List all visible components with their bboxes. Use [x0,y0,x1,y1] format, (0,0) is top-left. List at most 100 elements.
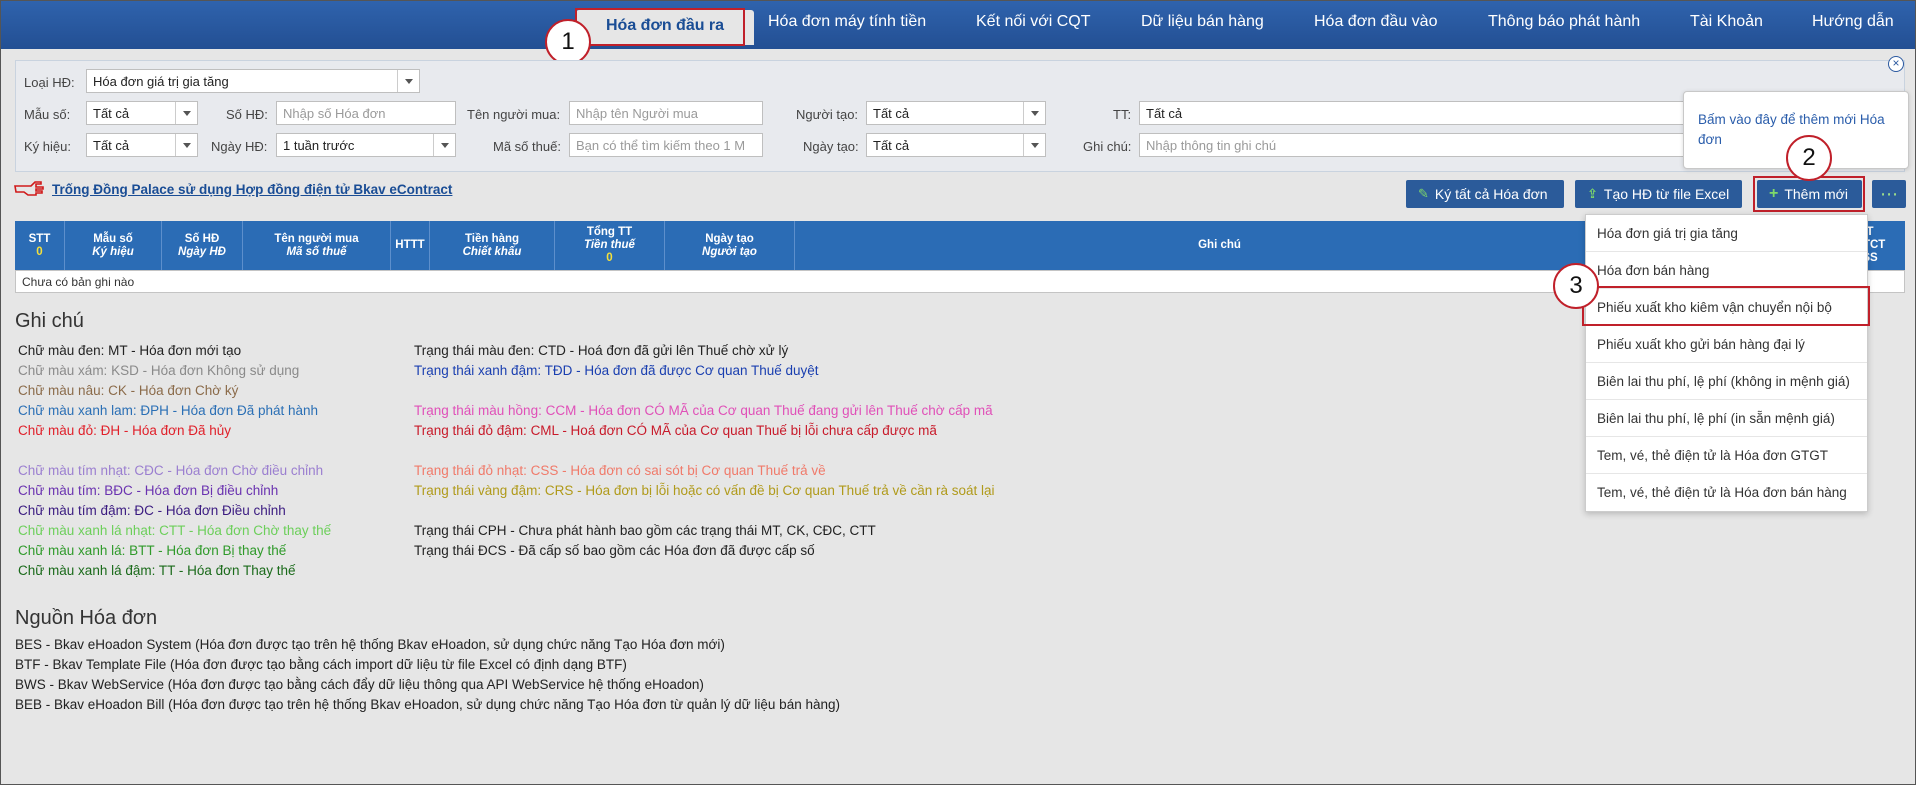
col-tien-hang[interactable]: Tiền hàng Chiết khấu [430,221,555,270]
menu-item-bien-lai-in-san[interactable]: Biên lai thu phí, lệ phí (in sẵn mệnh gi… [1586,400,1867,437]
col-so-hd-title: Số HĐ [184,232,220,245]
note-left-8: Chữ màu xanh lá nhạt: CTT - Hóa đơn Chờ … [18,523,332,538]
ma-so-thue-input[interactable]: Bạn có thể tìm kiếm theo 1 M [569,133,763,157]
create-from-excel-button[interactable]: ⇪ Tạo HĐ từ file Excel [1575,180,1742,208]
step-1-marker: 1 [545,19,591,65]
col-stt-count: 0 [36,245,43,258]
col-ten-nguoi-mua[interactable]: Tên người mua Mã số thuế [243,221,391,270]
ky-hieu-label: Ký hiệu: [24,139,71,154]
col-tien-thue-title: Tiền thuế [584,239,635,251]
tab-thong-bao-phat-hanh[interactable]: Thông báo phát hành [1488,13,1640,31]
step-3-marker: 3 [1553,263,1599,309]
create-from-excel-label: Tạo HĐ từ file Excel [1603,186,1730,202]
source-item-3: BEB - Bkav eHoadon Bill (Hóa đơn được tạ… [15,697,840,712]
menu-item-tem-ve-ban-hang[interactable]: Tem, vé, thẻ điện tử là Hóa đơn bán hàng [1586,474,1867,511]
ghi-chu-label: Ghi chú: [1083,139,1132,154]
ten-nguoi-mua-label: Tên người mua: [467,107,561,122]
note-left-7: Chữ màu tím đậm: ĐC - Hóa đơn Điều chỉnh [18,503,286,518]
note-left-6: Chữ màu tím: BĐC - Hóa đơn Bị điều chỉnh [18,483,279,498]
tab-du-lieu-ban-hang[interactable]: Dữ liệu bán hàng [1141,13,1264,31]
col-mau-so[interactable]: Mẫu số Ký hiệu [65,221,162,270]
ngay-tao-value: Tất cả [873,138,910,153]
ngay-tao-select[interactable]: Tất cả [866,133,1046,157]
step-2-marker: 2 [1786,135,1832,181]
ngay-tao-label: Ngày tạo: [803,139,859,154]
note-left-2: Chữ màu nâu: CK - Hóa đơn Chờ ký [18,383,239,398]
note-right-0: Trạng thái màu đen: CTD - Hoá đơn đã gửi… [414,343,789,358]
col-stt-title: STT [28,232,51,245]
chevron-down-icon [433,134,455,156]
loai-hd-value: Hóa đơn giá trị gia tăng [93,74,229,89]
tab-huong-dan[interactable]: Hướng dẫn [1812,13,1894,31]
menu-item-hoa-don-gtgt[interactable]: Hóa đơn giá trị gia tăng [1586,215,1867,252]
note-right-6: Trạng thái CPH - Chưa phát hành bao gồm … [414,523,876,538]
menu-item-bien-lai-khong-in[interactable]: Biên lai thu phí, lệ phí (không in mệnh … [1586,363,1867,400]
loai-hd-label: Loại HĐ: [24,75,75,90]
col-so-hd[interactable]: Số HĐ Ngày HĐ [162,221,243,270]
col-stt[interactable]: STT 0 [15,221,65,270]
ngay-hd-value: 1 tuần trước [283,138,355,153]
col-ghi-chu[interactable]: Ghi chú [795,221,1645,270]
note-right-5: Trạng thái vàng đậm: CRS - Hóa đơn bị lỗ… [414,483,995,498]
ky-hieu-value: Tất cả [93,138,130,153]
ky-hieu-select[interactable]: Tất cả [86,133,198,157]
menu-item-hoa-don-ban-hang[interactable]: Hóa đơn bán hàng [1586,252,1867,289]
note-right-7: Trạng thái ĐCS - Đã cấp số bao gồm các H… [414,543,815,558]
mau-so-value: Tất cả [93,106,130,121]
tt-select[interactable]: Tất cả [1139,101,1684,125]
col-httt-title: HTTT [395,239,425,251]
col-ngay-tao[interactable]: Ngày tạo Người tạo [665,221,795,270]
menu-item-phieu-xuat-kho-dai-ly[interactable]: Phiếu xuất kho gửi bán hàng đại lý [1586,326,1867,363]
source-item-0: BES - Bkav eHoadon System (Hóa đơn được … [15,637,725,652]
chevron-down-icon [397,70,419,92]
ma-so-thue-label: Mã số thuế: [493,139,561,154]
note-right-4: Trạng thái đỏ nhạt: CSS - Hóa đơn có sai… [414,463,826,478]
col-mau-so-title: Mẫu số [93,232,133,245]
note-left-4: Chữ màu đỏ: ĐH - Hóa đơn Đã hủy [18,423,231,438]
highlight-box-add [1753,176,1865,212]
tab-tai-khoan[interactable]: Tài Khoản [1690,13,1763,31]
col-ghi-chu-title: Ghi chú [1198,239,1241,251]
chevron-down-icon [175,102,197,124]
col-nguoi-tao-title: Người tạo [702,245,757,258]
upload-icon: ⇪ [1587,186,1598,201]
note-left-9: Chữ màu xanh lá: BTT - Hóa đơn Bị thay t… [18,543,287,558]
loai-hd-select[interactable]: Hóa đơn giá trị gia tăng [86,69,420,93]
highlight-box-tab [575,8,745,46]
top-nav: Hóa đơn đầu ra Hóa đơn máy tính tiền Kết… [1,1,1915,49]
col-chiet-khau-title: Chiết khấu [462,245,522,258]
col-ky-hieu-title: Ký hiệu [92,245,134,258]
note-left-5: Chữ màu tím nhạt: CĐC - Hóa đơn Chờ điều… [18,463,324,478]
so-hd-input[interactable]: Nhập số Hóa đơn [276,101,456,125]
note-left-1: Chữ màu xám: KSD - Hóa đơn Không sử dụng [18,363,300,378]
nguoi-tao-label: Người tạo: [796,107,859,122]
note-right-2: Trạng thái màu hồng: CCM - Hóa đơn CÓ MÃ… [414,403,993,418]
col-ten-nguoi-mua-title: Tên người mua [274,232,359,245]
ghi-chu-input[interactable]: Nhập thông tin ghi chú [1139,133,1684,157]
col-tong-tt[interactable]: Tổng TT Tiền thuế 0 [555,221,665,270]
chevron-down-icon [1023,102,1045,124]
sign-all-button[interactable]: ✎ Ký tất cả Hóa đơn [1406,180,1564,208]
mau-so-select[interactable]: Tất cả [86,101,198,125]
ten-nguoi-mua-input[interactable]: Nhập tên Người mua [569,101,763,125]
nguoi-tao-select[interactable]: Tất cả [866,101,1046,125]
source-item-2: BWS - Bkav WebService (Hóa đơn được tạo … [15,677,704,692]
highlight-box-menu-item [1582,286,1870,326]
add-new-dropdown-menu: Hóa đơn giá trị gia tăng Hóa đơn bán hàn… [1585,214,1868,512]
col-httt[interactable]: HTTT [391,221,430,270]
sources-title: Nguồn Hóa đơn [15,607,158,629]
ngay-hd-label: Ngày HĐ: [211,139,268,154]
mau-so-label: Mẫu số: [24,107,71,122]
col-ma-so-thue-title: Mã số thuế [286,245,347,258]
tab-hoa-don-may-tinh-tien[interactable]: Hóa đơn máy tính tiền [768,13,926,31]
more-options-button[interactable]: ⋯ [1872,180,1906,208]
col-tong-tt-count: 0 [606,252,613,264]
col-ngay-tao-title: Ngày tạo [705,232,754,245]
menu-item-tem-ve-gtgt[interactable]: Tem, vé, thẻ điện tử là Hóa đơn GTGT [1586,437,1867,474]
close-filter-icon[interactable]: × [1888,56,1904,72]
tab-hoa-don-dau-vao[interactable]: Hóa đơn đầu vào [1314,13,1437,31]
tab-ket-noi-cqt[interactable]: Kết nối với CQT [976,13,1091,31]
econtract-link[interactable]: Trống Đồng Palace sử dụng Hợp đồng điện … [52,182,452,197]
col-tong-tt-title: Tổng TT [586,226,633,238]
ngay-hd-select[interactable]: 1 tuần trước [276,133,456,157]
